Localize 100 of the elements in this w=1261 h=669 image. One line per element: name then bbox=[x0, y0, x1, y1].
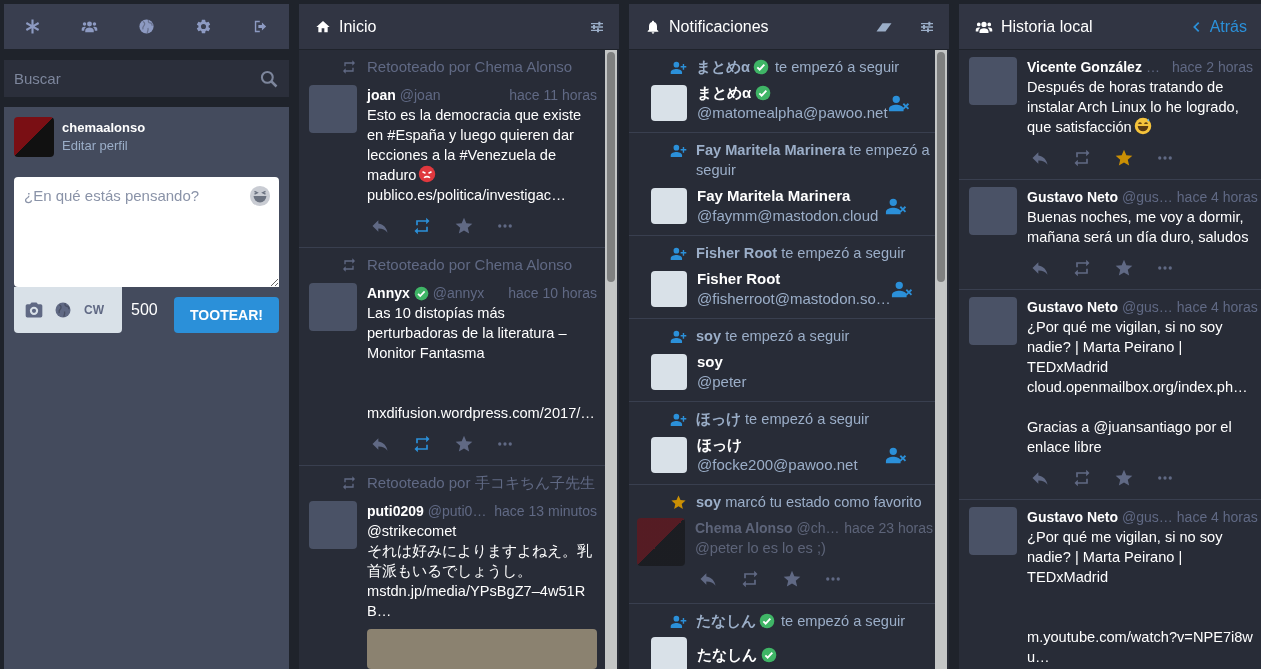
favourite-icon[interactable] bbox=[1114, 468, 1134, 488]
boost-label: Retooteado por Chema Alonso bbox=[367, 254, 573, 275]
link[interactable]: m.youtube.com/watch?v=NPE7i8wu… bbox=[1027, 627, 1253, 667]
sweat-smile-icon bbox=[1133, 117, 1152, 135]
star-icon bbox=[670, 494, 687, 511]
boost-icon bbox=[341, 257, 357, 273]
display-name[interactable]: Gustavo Neto bbox=[1027, 297, 1118, 317]
username: @peter bbox=[697, 372, 748, 392]
boost-icon[interactable] bbox=[1072, 148, 1092, 168]
bell-icon bbox=[645, 18, 661, 35]
asterisk-icon[interactable] bbox=[24, 18, 41, 35]
avatar-image bbox=[309, 501, 357, 549]
boost-icon[interactable] bbox=[412, 216, 432, 236]
notification-text: te empezó a seguir bbox=[775, 59, 900, 75]
display-name[interactable]: Gustavo Neto bbox=[1027, 187, 1118, 207]
avatar-image bbox=[651, 271, 687, 307]
avatar-image bbox=[637, 518, 685, 566]
avatar-image bbox=[969, 187, 1017, 235]
settings-icon[interactable] bbox=[195, 18, 212, 35]
favourite-icon[interactable] bbox=[1114, 258, 1134, 278]
favourite-icon[interactable] bbox=[454, 434, 474, 454]
column-title: Inicio bbox=[339, 16, 377, 37]
display-name[interactable]: soy bbox=[697, 352, 723, 372]
follow-icon bbox=[670, 613, 687, 630]
follow-icon bbox=[670, 328, 687, 345]
favourite-icon[interactable] bbox=[1114, 148, 1134, 168]
username: chemaalonso bbox=[62, 119, 146, 137]
scrollbar[interactable] bbox=[605, 50, 617, 669]
status-text: Buenas noches, me voy a dormir, mañana será un día duro, saludos bbox=[1027, 209, 1249, 245]
avatar-image bbox=[651, 85, 687, 121]
content-warning-button[interactable]: CW bbox=[82, 301, 106, 319]
display-name[interactable]: Gustavo Neto bbox=[1027, 507, 1118, 527]
link[interactable]: publico.es/politica/investigac… bbox=[367, 185, 566, 205]
boost-icon[interactable] bbox=[1072, 468, 1092, 488]
globe-icon[interactable] bbox=[54, 301, 72, 319]
home-icon bbox=[315, 18, 331, 35]
status-text: Gracias a @juansantiago por el enlace libre bbox=[1027, 419, 1232, 455]
boost-icon[interactable] bbox=[1072, 258, 1092, 278]
column-title: Notificaciones bbox=[669, 16, 769, 37]
display-name[interactable]: joan bbox=[367, 85, 396, 105]
back-link[interactable]: Atrás bbox=[1189, 14, 1247, 39]
boost-label: Retooteado por 手コキちん子先生 bbox=[367, 472, 595, 493]
avatar-image bbox=[651, 188, 687, 224]
avatar-image bbox=[14, 117, 54, 157]
display-name[interactable]: Fisher Root bbox=[697, 269, 781, 289]
scrollbar-thumb[interactable] bbox=[607, 52, 615, 282]
account-name[interactable]: まとめα bbox=[696, 59, 750, 75]
notification-text: ほっけ te empezó a seguir bbox=[696, 411, 870, 427]
character-counter: 500 bbox=[131, 300, 158, 320]
boost-icon[interactable] bbox=[740, 569, 760, 589]
boost-icon bbox=[341, 475, 357, 491]
avatar-image bbox=[651, 637, 687, 669]
mention-link[interactable]: @juansantiago bbox=[1093, 419, 1192, 435]
display-name[interactable]: Fay Maritela Marinera bbox=[697, 186, 851, 206]
boost-icon bbox=[341, 59, 357, 75]
notification-text: soy marcó tu estado como favorito bbox=[696, 494, 922, 510]
link[interactable]: cloud.openmailbox.org/index.ph… bbox=[1027, 377, 1248, 397]
display-name[interactable]: ほっけ bbox=[697, 435, 742, 455]
link[interactable]: mxdifusion.wordpress.com/2017/… bbox=[367, 403, 595, 423]
display-name[interactable]: まとめα bbox=[697, 83, 752, 103]
favourite-icon[interactable] bbox=[454, 216, 474, 236]
boost-label: Retooteado por Chema Alonso bbox=[367, 56, 573, 77]
display-name[interactable]: Vicente González bbox=[1027, 57, 1142, 77]
username: @faymm@mastodon.cloud bbox=[697, 206, 880, 226]
favourite-icon[interactable] bbox=[782, 569, 802, 589]
username: @focke200@pawoo.net bbox=[697, 455, 859, 475]
follow-icon bbox=[670, 59, 687, 76]
status-text: @peter lo es lo es ;) bbox=[695, 540, 826, 556]
avatar-image bbox=[969, 507, 1017, 555]
search-icon bbox=[259, 69, 279, 89]
follow-icon bbox=[670, 411, 687, 428]
mention-link[interactable]: @strikecomet bbox=[367, 523, 457, 539]
follow-icon bbox=[670, 142, 687, 159]
notification-text: soy te empezó a seguir bbox=[696, 328, 850, 344]
notification-text: Fisher Root te empezó a seguir bbox=[696, 245, 906, 261]
boost-icon[interactable] bbox=[412, 434, 432, 454]
account-name[interactable]: たなしん bbox=[696, 613, 756, 629]
angry-face-icon bbox=[418, 165, 437, 183]
emoji-picker-icon[interactable] bbox=[249, 185, 271, 207]
display-name[interactable]: Annyx bbox=[367, 283, 410, 303]
scrollbar-thumb[interactable] bbox=[937, 52, 945, 282]
display-name[interactable]: たなしん bbox=[697, 645, 757, 665]
scrollbar[interactable] bbox=[935, 50, 947, 669]
logout-icon[interactable] bbox=[252, 18, 269, 35]
link[interactable]: mstdn.jp/media/YPsBgZ7–4w51RB… bbox=[367, 581, 597, 621]
avatar-image bbox=[309, 283, 357, 331]
follow-icon bbox=[670, 245, 687, 262]
avatar-image bbox=[309, 85, 357, 133]
status-text: Las 10 distopías más perturbadoras de la literatura – Monitor Fantasma bbox=[367, 305, 567, 361]
display-name[interactable]: puti0209 bbox=[367, 501, 424, 521]
edit-profile-link[interactable]: Editar perfil bbox=[62, 137, 146, 155]
toot-button[interactable]: TOOTEAR! bbox=[174, 297, 279, 333]
search-field[interactable]: Buscar bbox=[4, 60, 289, 97]
avatar-image bbox=[969, 57, 1017, 105]
notification-text: te empezó a seguir bbox=[781, 613, 906, 629]
camera-icon[interactable] bbox=[24, 300, 44, 320]
compose-field[interactable]: ¿En qué estás pensando? bbox=[14, 177, 279, 287]
globe-icon[interactable] bbox=[138, 18, 155, 35]
username: @matomealpha@pawoo.net bbox=[697, 103, 888, 123]
avatar-image bbox=[651, 437, 687, 473]
